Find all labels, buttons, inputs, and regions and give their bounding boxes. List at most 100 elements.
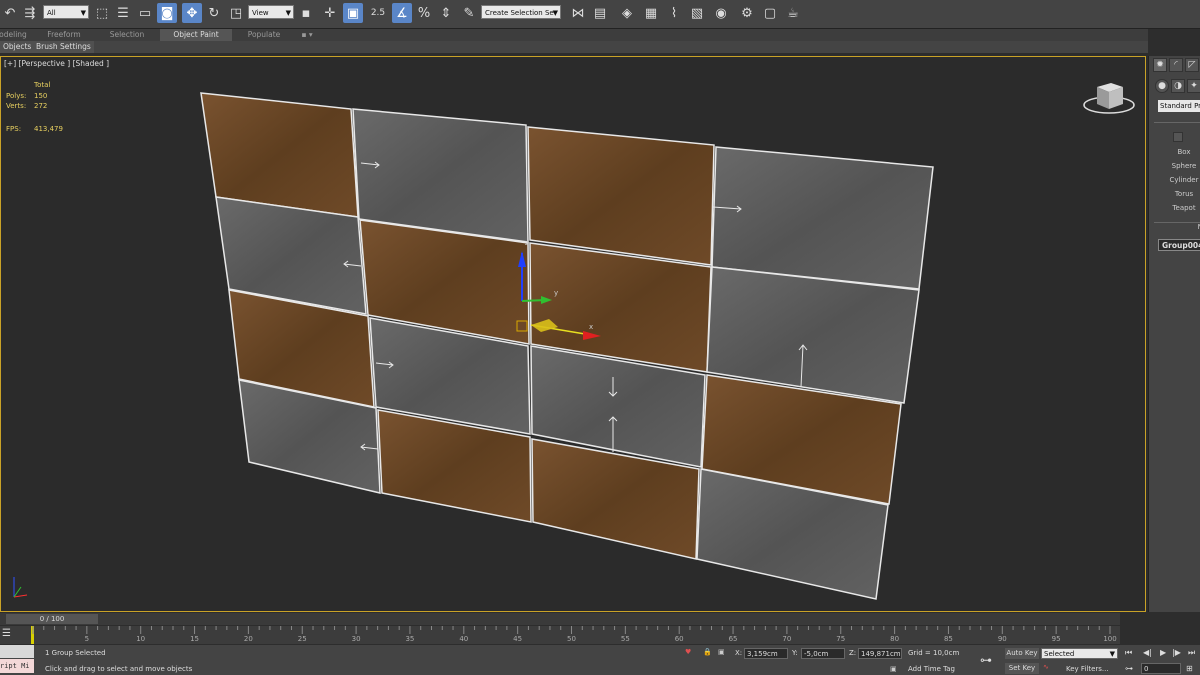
angle-snap-icon[interactable]: ∡ [392, 3, 412, 23]
select-manipulate-icon[interactable]: ✛ [320, 3, 340, 23]
key-mode-value: Selected [1044, 650, 1075, 658]
play-icon[interactable]: ▶ [1160, 648, 1166, 657]
timeline-tick-label: 50 [567, 635, 576, 643]
trackbar[interactable]: ☰ 5 10 15 20 25 30 35 40 45 50 55 60 65 70 75 80 85 90 95 1… [0, 626, 1120, 644]
key-icon[interactable]: ⊶ [980, 653, 992, 667]
select-by-name-icon[interactable]: ☰ [113, 3, 133, 23]
render-icon[interactable]: ☕ [783, 3, 803, 23]
rendered-frame-icon[interactable]: ▢ [760, 3, 780, 23]
selection-filter-dropdown[interactable]: All ▼ [43, 5, 89, 19]
subtab-brush-settings[interactable]: Brush Settings [33, 41, 94, 53]
tab-populate[interactable]: Populate [242, 29, 286, 41]
schematic-view-icon[interactable]: ▧ [687, 3, 707, 23]
tile-wood [527, 126, 715, 266]
set-key-filter-icon[interactable]: ∿ [1043, 663, 1049, 671]
tab-modeling[interactable]: odeling [0, 29, 28, 41]
y-label: Y: [792, 649, 798, 657]
redo-icon[interactable]: ⇶ [20, 3, 40, 23]
rect-selection-icon[interactable]: ▭ [135, 3, 155, 23]
object-name-field[interactable]: Group004 [1158, 239, 1200, 251]
timeline-tick-label: 45 [513, 635, 523, 643]
keyboard-shortcut-icon[interactable]: ▣ [343, 3, 363, 23]
geometry-icon[interactable]: ● [1155, 79, 1169, 93]
set-key-button[interactable]: Set Key [1005, 663, 1039, 674]
coordinate-system-value: View [252, 9, 269, 17]
chevron-down-icon: ▼ [552, 9, 558, 17]
select-move-icon[interactable]: ✥ [182, 3, 202, 23]
snap-toggle-label: 2.5 [370, 8, 386, 18]
snap-toggle-icon[interactable]: 2.5 [368, 3, 388, 23]
shapes-icon[interactable]: ◑ [1171, 79, 1185, 93]
rotate-icon[interactable]: ↻ [204, 3, 224, 23]
pivot-icon[interactable]: ▪ [296, 3, 316, 23]
mirror-icon[interactable]: ⋈ [568, 3, 588, 23]
cylinder-button[interactable]: Cylinder [1154, 176, 1200, 184]
time-slider-track[interactable]: 0 / 100 [0, 613, 1120, 625]
align-icon[interactable]: ▤ [590, 3, 610, 23]
lights-icon[interactable]: ✦ [1187, 79, 1200, 93]
goto-start-icon[interactable]: ⏮ [1125, 648, 1132, 658]
z-coordinate-field[interactable]: 149,871cm [858, 648, 902, 659]
absolute-mode-icon[interactable]: ▣ [718, 648, 725, 656]
main-toolbar: ↶ ⇶ All ▼ ⬚ ☰ ▭ ◙ ✥ ↻ ◳ View ▼ ▪ ✛ ▣ 2.5 ∡… [0, 0, 1200, 29]
timeline-tick-label: 35 [405, 635, 415, 643]
spinner-snap-icon[interactable]: ⇕ [436, 3, 456, 23]
viewcube-icon [1083, 83, 1135, 114]
sphere-button[interactable]: Sphere [1154, 162, 1200, 170]
isolate-icon[interactable]: ♥ [685, 648, 691, 656]
undo-icon[interactable]: ↶ [0, 3, 20, 23]
tab-selection[interactable]: Selection [104, 29, 150, 41]
time-slider[interactable]: 0 / 100 [6, 614, 98, 624]
time-config-icon[interactable]: ⊞ [1186, 664, 1193, 673]
hierarchy-tab-icon[interactable]: ◸ [1185, 58, 1199, 72]
timeline-tick-label: 65 [728, 635, 738, 643]
layer-explorer-icon[interactable]: ◈ [617, 3, 637, 23]
window-crossing-icon[interactable]: ◙ [157, 3, 177, 23]
lock-selection-icon[interactable]: 🔒 [703, 648, 712, 656]
coordinate-system-dropdown[interactable]: View ▼ [248, 5, 294, 19]
modify-tab-icon[interactable]: ◜ [1169, 58, 1183, 72]
status-bar: ript Mi 1 Group Selected Click and drag … [0, 645, 1200, 675]
key-filters-button[interactable]: Key Filters... [1066, 665, 1109, 673]
curve-editor-icon[interactable]: ⌇ [664, 3, 684, 23]
timeline-tick-label: 100 [1103, 635, 1117, 643]
named-selection-dropdown[interactable]: Create Selection Se ▼ [481, 5, 561, 19]
goto-end-icon[interactable]: ⏭ [1188, 648, 1195, 658]
prev-frame-icon[interactable]: ◀| [1143, 648, 1152, 657]
create-tab-icon[interactable]: ✹ [1153, 58, 1167, 72]
current-frame-field[interactable]: 0 [1141, 663, 1181, 674]
key-mode-toggle-icon[interactable]: ⊶ [1125, 664, 1133, 673]
maxscript-input[interactable] [0, 645, 34, 658]
scale-icon[interactable]: ◳ [226, 3, 246, 23]
teapot-button[interactable]: Teapot [1154, 204, 1200, 212]
next-frame-icon[interactable]: |▶ [1172, 648, 1181, 657]
tab-object-paint[interactable]: Object Paint [160, 29, 232, 41]
timeline-tick-label: 90 [997, 635, 1007, 643]
timeline-tick-label: 55 [620, 635, 630, 643]
perspective-viewport[interactable]: [+] [Perspective ] [Shaded ] Total Polys… [0, 56, 1146, 612]
edit-named-selection-icon[interactable]: ✎ [459, 3, 479, 23]
percent-snap-icon[interactable]: % [414, 3, 434, 23]
key-mode-dropdown[interactable]: Selected ▼ [1041, 648, 1118, 659]
scene-canvas[interactable]: y z x [1, 57, 1146, 612]
scene-explorer-icon[interactable]: ▦ [641, 3, 661, 23]
named-selection-value: Create Selection Se [485, 9, 554, 17]
timeline-tick-label: 5 [84, 635, 90, 643]
select-object-icon[interactable]: ⬚ [92, 3, 112, 23]
auto-key-button[interactable]: Auto Key [1005, 648, 1039, 659]
autogrid-checkbox[interactable] [1173, 132, 1183, 142]
tab-freeform[interactable]: Freeform [44, 29, 84, 41]
torus-button[interactable]: Torus [1154, 190, 1200, 198]
time-tag-icon[interactable]: ▣ [890, 665, 897, 673]
render-setup-icon[interactable]: ⚙ [737, 3, 757, 23]
maxscript-listener[interactable]: ript Mi [0, 659, 34, 673]
add-time-tag-button[interactable]: Add Time Tag [908, 665, 955, 673]
y-coordinate-field[interactable]: -5,0cm [801, 648, 845, 659]
box-button[interactable]: Box [1154, 148, 1200, 156]
command-panel: ✹ ◜ ◸ ● ◑ ✦ Standard Pri Ob Box Sphere C… [1148, 56, 1200, 612]
ribbon-options-icon[interactable]: ▪ ▾ [296, 29, 318, 41]
primitive-category-dropdown[interactable]: Standard Pri [1158, 100, 1200, 112]
material-editor-icon[interactable]: ◉ [711, 3, 731, 23]
x-coordinate-field[interactable]: 3,159cm [744, 648, 788, 659]
subtab-objects[interactable]: Objects [0, 41, 35, 53]
